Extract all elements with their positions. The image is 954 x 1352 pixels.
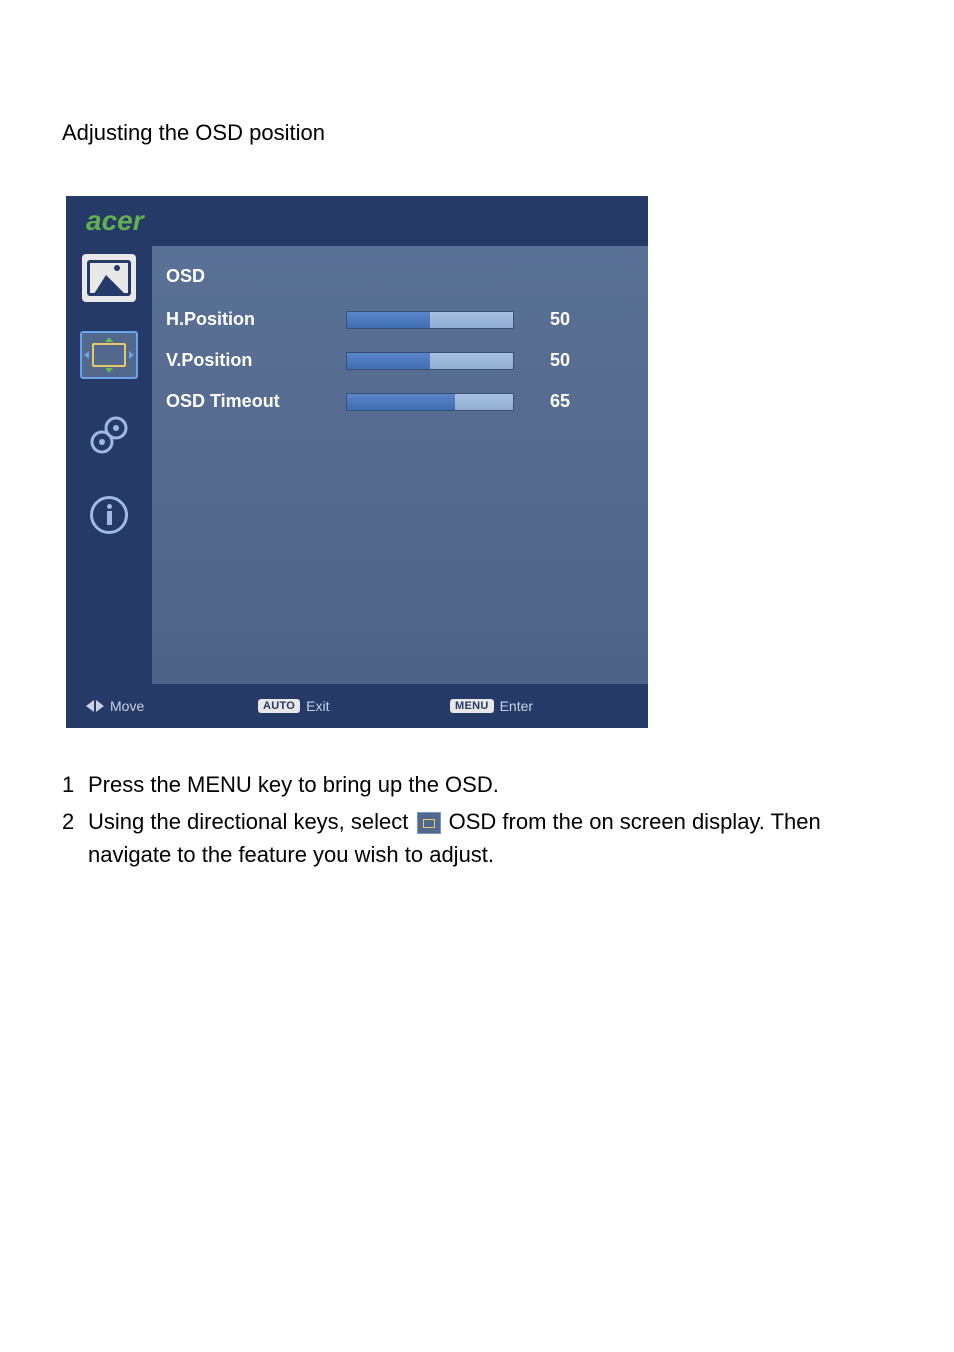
row-label: V.Position [166, 350, 346, 371]
enter-label: Enter [500, 698, 533, 714]
instructions: 1 Press the MENU key to bring up the OSD… [62, 768, 892, 871]
footer-move-hint: Move [86, 698, 246, 714]
brand-logo: acer [86, 205, 144, 237]
sidebar-item-setting[interactable] [80, 408, 138, 462]
row-osd-timeout[interactable]: OSD Timeout 65 [162, 391, 632, 412]
slider-fill [347, 353, 430, 369]
instruction-item: 2 Using the directional keys, select OSD… [62, 805, 892, 871]
slider[interactable] [346, 393, 514, 411]
move-arrows-icon [86, 700, 104, 712]
row-v-position[interactable]: V.Position 50 [162, 350, 632, 371]
menu-badge: MENU [450, 699, 494, 713]
picture-icon [87, 260, 131, 296]
page-title: Adjusting the OSD position [62, 120, 892, 146]
instruction-number: 2 [62, 805, 88, 871]
osd-position-icon [80, 331, 138, 379]
osd-body: OSD H.Position 50 V.Position 50 OSD Time… [66, 246, 648, 684]
instruction-text: Press the MENU key to bring up the OSD. [88, 768, 892, 801]
osd-position-icon [417, 812, 441, 834]
slider[interactable] [346, 352, 514, 370]
osd-panel: acer [66, 196, 648, 728]
sidebar-item-picture[interactable] [82, 254, 136, 302]
instruction-number: 1 [62, 768, 88, 801]
osd-content: OSD H.Position 50 V.Position 50 OSD Time… [152, 246, 648, 684]
move-label: Move [110, 698, 144, 714]
setting-icon [87, 413, 131, 457]
row-label: H.Position [166, 309, 346, 330]
sidebar-item-info[interactable] [80, 488, 138, 542]
osd-sidebar [66, 246, 152, 684]
instruction-item: 1 Press the MENU key to bring up the OSD… [62, 768, 892, 801]
row-value: 50 [550, 309, 570, 330]
auto-badge: AUTO [258, 699, 300, 713]
sidebar-item-osd[interactable] [80, 328, 138, 382]
footer-exit-hint: AUTO Exit [258, 698, 438, 714]
slider-fill [347, 394, 455, 410]
exit-label: Exit [306, 698, 329, 714]
slider[interactable] [346, 311, 514, 329]
row-value: 65 [550, 391, 570, 412]
row-label: OSD Timeout [166, 391, 346, 412]
instruction-text-before: Using the directional keys, select [88, 809, 415, 834]
osd-header: acer [66, 196, 648, 246]
slider-fill [347, 312, 430, 328]
row-value: 50 [550, 350, 570, 371]
section-title: OSD [166, 266, 632, 287]
osd-footer: Move AUTO Exit MENU Enter [66, 684, 648, 728]
instruction-text: Using the directional keys, select OSD f… [88, 805, 892, 871]
info-icon [90, 496, 128, 534]
row-h-position[interactable]: H.Position 50 [162, 309, 632, 330]
footer-enter-hint: MENU Enter [450, 698, 533, 714]
